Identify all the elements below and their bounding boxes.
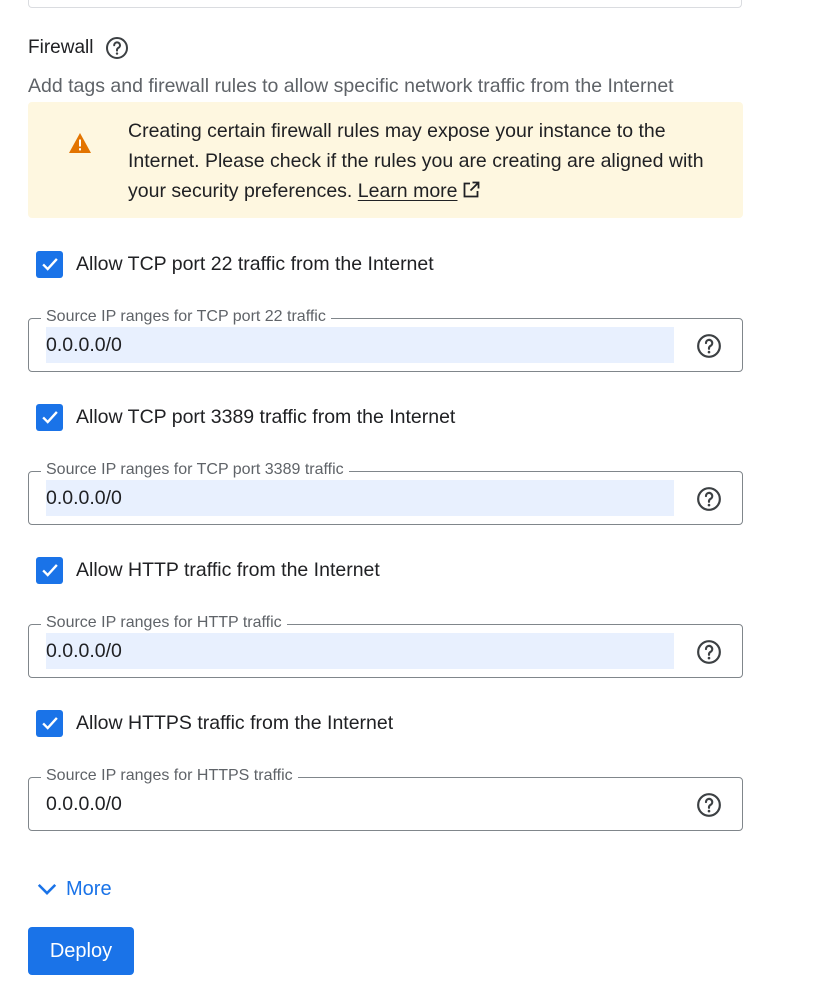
check-icon xyxy=(41,564,58,577)
https-source-ip-field: Source IP ranges for HTTPS traffic xyxy=(28,766,743,831)
allow-http-label: Allow HTTP traffic from the Internet xyxy=(76,558,380,581)
allow-https-row[interactable]: Allow HTTPS traffic from the Internet xyxy=(36,709,393,737)
firewall-heading: Firewall xyxy=(28,36,129,60)
chevron-down-icon xyxy=(37,883,57,895)
https-source-ip-input[interactable] xyxy=(46,786,674,822)
tcp22-source-ip-field: Source IP ranges for TCP port 22 traffic xyxy=(28,307,743,372)
allow-tcp22-label: Allow TCP port 22 traffic from the Inter… xyxy=(76,252,434,275)
more-toggle[interactable]: More xyxy=(36,876,112,902)
allow-https-label: Allow HTTPS traffic from the Internet xyxy=(76,711,394,734)
allow-tcp3389-checkbox[interactable] xyxy=(36,403,63,431)
learn-more-link[interactable]: Learn more xyxy=(358,180,480,202)
check-icon xyxy=(41,258,58,271)
tcp3389-source-ip-input[interactable] xyxy=(46,480,674,516)
https-source-ip-label: Source IP ranges for HTTPS traffic xyxy=(41,766,298,786)
warning-text: Creating certain firewall rules may expo… xyxy=(128,116,728,206)
help-icon[interactable] xyxy=(105,36,129,60)
allow-http-checkbox[interactable] xyxy=(36,556,63,584)
tcp3389-source-ip-label: Source IP ranges for TCP port 3389 traff… xyxy=(41,460,349,480)
allow-tcp3389-row[interactable]: Allow TCP port 3389 traffic from the Int… xyxy=(36,403,455,431)
tcp3389-source-ip-field: Source IP ranges for TCP port 3389 traff… xyxy=(28,460,743,525)
allow-tcp22-checkbox[interactable] xyxy=(36,250,63,278)
help-icon[interactable] xyxy=(696,792,722,818)
http-source-ip-label: Source IP ranges for HTTP traffic xyxy=(41,613,287,633)
check-icon xyxy=(41,411,58,424)
allow-tcp3389-label: Allow TCP port 3389 traffic from the Int… xyxy=(76,405,456,428)
more-label: More xyxy=(66,877,112,900)
tcp22-source-ip-input[interactable] xyxy=(46,327,674,363)
learn-more-label: Learn more xyxy=(357,180,458,202)
allow-tcp22-row[interactable]: Allow TCP port 22 traffic from the Inter… xyxy=(36,250,434,278)
help-icon[interactable] xyxy=(696,639,722,665)
previous-section-box xyxy=(28,0,742,8)
deploy-button[interactable]: Deploy xyxy=(28,927,134,975)
tcp22-source-ip-label: Source IP ranges for TCP port 22 traffic xyxy=(41,307,331,327)
http-source-ip-input[interactable] xyxy=(46,633,674,669)
http-source-ip-field: Source IP ranges for HTTP traffic xyxy=(28,613,743,678)
help-icon[interactable] xyxy=(696,333,722,359)
open-in-new-icon xyxy=(462,178,480,198)
firewall-description: Add tags and firewall rules to allow spe… xyxy=(28,75,674,97)
check-icon xyxy=(41,717,58,730)
warning-icon xyxy=(68,132,92,154)
firewall-warning-banner: Creating certain firewall rules may expo… xyxy=(28,102,743,218)
firewall-title: Firewall xyxy=(28,37,94,58)
allow-http-row[interactable]: Allow HTTP traffic from the Internet xyxy=(36,556,380,584)
help-icon[interactable] xyxy=(696,486,722,512)
allow-https-checkbox[interactable] xyxy=(36,709,63,737)
